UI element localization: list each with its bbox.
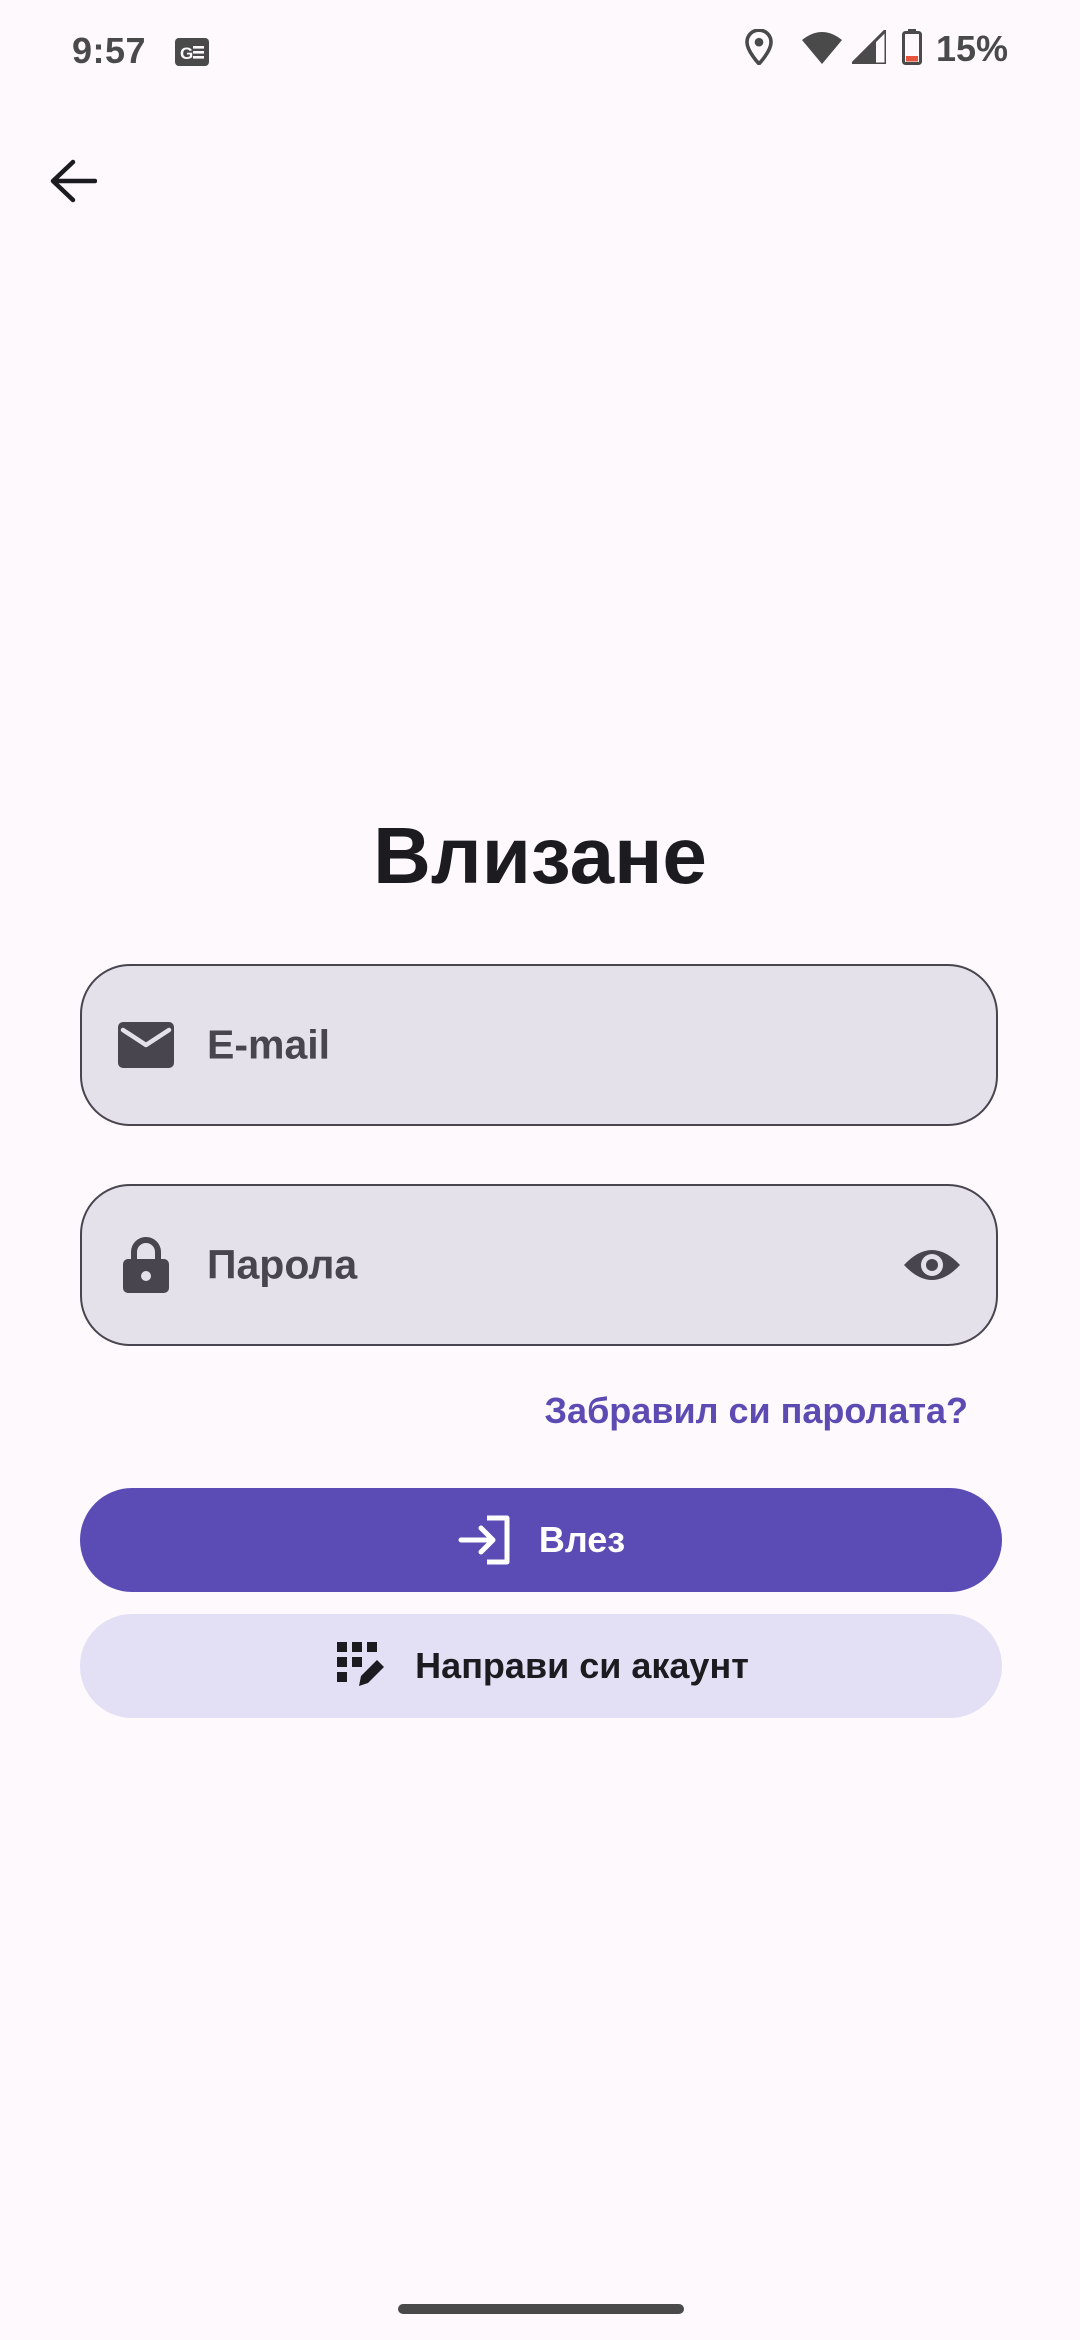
forgot-password-link[interactable]: Забравил си паролата? [545, 1390, 969, 1432]
status-time: 9:57 [72, 30, 147, 71]
status-bar: 9:57 G 15% [0, 0, 1080, 110]
lock-icon [116, 1235, 176, 1295]
page-title: Влизане [373, 811, 707, 900]
battery-low-icon [901, 28, 922, 70]
create-account-button-label: Направи си акаунт [415, 1645, 749, 1686]
login-icon [457, 1512, 513, 1568]
create-account-button[interactable]: Направи си акаунт [80, 1614, 1002, 1718]
back-button[interactable] [40, 150, 106, 216]
email-field[interactable]: E-mail [80, 964, 998, 1126]
login-button[interactable]: Влез [80, 1488, 1002, 1592]
svg-text:G: G [180, 44, 193, 63]
wifi-icon [801, 30, 842, 69]
battery-percent: 15% [935, 28, 1008, 69]
password-input[interactable] [207, 1186, 851, 1346]
app-registration-icon [333, 1638, 389, 1694]
password-field[interactable]: Парола [80, 1184, 998, 1346]
status-icons: 15% [744, 25, 1008, 70]
arrow-back-icon [49, 159, 98, 208]
location-icon [744, 27, 774, 70]
mail-icon [116, 1015, 176, 1075]
login-button-label: Влез [538, 1519, 626, 1560]
home-indicator[interactable] [398, 2304, 684, 2314]
news-icon: G [175, 38, 209, 71]
cellular-signal-icon [848, 25, 888, 69]
email-input[interactable] [207, 966, 851, 1126]
eye-icon[interactable] [896, 1229, 968, 1301]
